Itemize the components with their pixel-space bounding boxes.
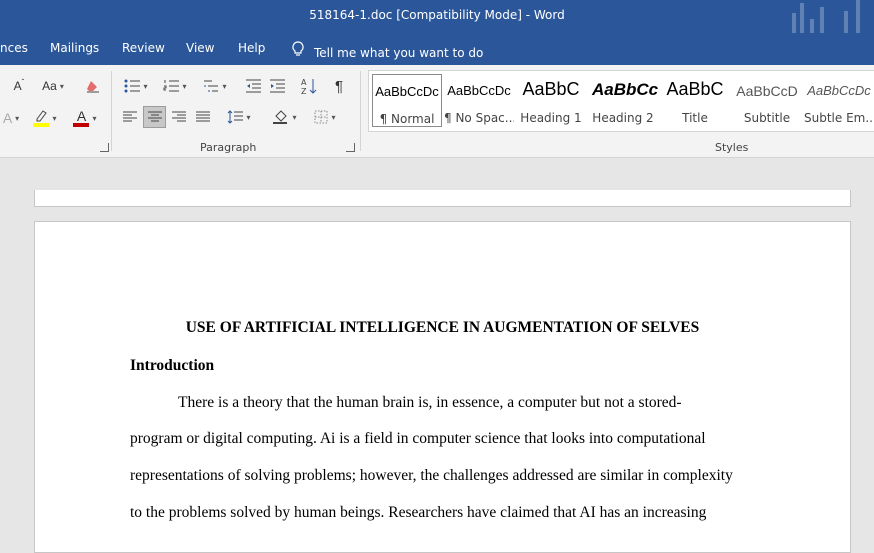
change-case-button[interactable]: Aa ▾ [36, 75, 70, 97]
tab-references[interactable]: nces [0, 41, 28, 55]
style-heading-2[interactable]: AaBbCc Heading 2 [588, 74, 658, 127]
bullets-button[interactable]: ▾ [120, 75, 152, 97]
clear-formatting-button[interactable] [82, 75, 104, 97]
style-name: Heading 2 [592, 111, 654, 125]
style-preview: AaBbCcDc [447, 83, 511, 98]
borders-button[interactable]: ▾ [308, 106, 342, 128]
tab-help[interactable]: Help [238, 41, 265, 55]
show-formatting-marks-button[interactable]: ¶ [328, 75, 350, 97]
align-left-icon [123, 111, 137, 122]
style-title[interactable]: AaBbC Title [660, 74, 730, 127]
decrease-font-size-button[interactable]: Aˇ [10, 75, 28, 97]
line-spacing-icon [228, 110, 244, 124]
style-preview: AaBbCcD [736, 83, 798, 99]
highlighter-icon [33, 109, 50, 127]
style-name: Subtle Em... [804, 111, 874, 125]
text-effects-icon: A [2, 110, 13, 126]
style-name: ¶ Normal [379, 112, 435, 126]
align-right-button[interactable] [168, 106, 190, 128]
tab-review[interactable]: Review [122, 41, 165, 55]
style-preview: AaBbCcDc [375, 84, 439, 99]
styles-group-label: Styles [715, 141, 749, 154]
line-spacing-button[interactable]: ▾ [222, 106, 256, 128]
style-preview: AaBbC [666, 79, 724, 99]
tell-me-label: Tell me what you want to do [314, 46, 484, 60]
section-heading: Introduction [130, 357, 215, 374]
paragraph-line: representations of solving problems; how… [130, 467, 733, 484]
shading-button[interactable]: ▾ [268, 106, 302, 128]
style-name: ¶ No Spac... [444, 111, 514, 125]
styles-gallery: AaBbCcDc ¶ Normal AaBbCcDc ¶ No Spac... … [368, 70, 874, 132]
font-color-icon: A [73, 109, 90, 127]
previous-page-bottom [34, 190, 851, 207]
justify-icon [196, 111, 210, 122]
style-preview: AaBbCcDc [807, 83, 871, 98]
align-right-icon [172, 111, 186, 122]
style-name: Heading 1 [520, 111, 582, 125]
align-center-icon [147, 111, 162, 122]
center-align-button[interactable] [143, 106, 166, 128]
paragraph-line: There is a theory that the human brain i… [178, 394, 682, 411]
tab-view[interactable]: View [186, 41, 214, 55]
tell-me-search[interactable]: Tell me what you want to do [292, 41, 483, 60]
multilevel-list-button[interactable]: ▾ [198, 75, 232, 97]
paragraph-line: to the problems solved by human beings. … [130, 504, 707, 521]
increase-indent-button[interactable] [266, 75, 288, 97]
text-effects-button[interactable]: A ▾ [0, 107, 22, 129]
svg-text:A: A [301, 78, 307, 87]
paint-bucket-icon [273, 110, 288, 124]
group-separator [111, 71, 112, 151]
numbering-icon [163, 80, 180, 92]
style-no-spacing[interactable]: AaBbCcDc ¶ No Spac... [444, 74, 514, 127]
change-case-label: Aa [42, 79, 57, 93]
font-color-button[interactable]: A ▾ [68, 107, 102, 129]
document-title: USE OF ARTIFICIAL INTELLIGENCE IN AUGMEN… [185, 319, 700, 336]
font-dialog-launcher[interactable] [100, 143, 109, 152]
window-title: 518164-1.doc [Compatibility Mode] - Word [309, 8, 565, 22]
pilcrow-icon: ¶ [334, 77, 344, 95]
align-left-button[interactable] [119, 106, 141, 128]
sort-button[interactable]: AZ [298, 75, 320, 97]
clear-formatting-icon [87, 81, 99, 93]
paragraph-group-label: Paragraph [200, 141, 257, 154]
svg-text:Z: Z [301, 87, 307, 95]
decrease-font-icon: A [13, 79, 22, 93]
tab-mailings[interactable]: Mailings [50, 41, 99, 55]
style-preview: AaBbC [522, 79, 580, 99]
ribbon: Aˇ Aa ▾ A ▾ ▾ A ▾ ▾ ▾ ▾ AZ ¶ ▾ ▾ ▾ Parag… [0, 65, 874, 158]
bullets-icon [124, 79, 141, 93]
lightbulb-icon [292, 41, 306, 60]
numbering-button[interactable]: ▾ [158, 75, 192, 97]
decrease-indent-button[interactable] [242, 75, 264, 97]
style-name: Title [682, 111, 708, 125]
titlebar-pattern [784, 0, 874, 33]
multilevel-list-icon [204, 80, 219, 92]
document-page[interactable]: USE OF ARTIFICIAL INTELLIGENCE IN AUGMEN… [34, 221, 851, 553]
style-heading-1[interactable]: AaBbC Heading 1 [516, 74, 586, 127]
title-bar: 518164-1.doc [Compatibility Mode] - Word [0, 0, 874, 33]
ribbon-tab-bar: nces Mailings Review View Help Tell me w… [0, 33, 874, 65]
style-preview: AaBbCc [592, 80, 658, 99]
increase-indent-icon [270, 79, 285, 93]
justify-button[interactable] [192, 106, 214, 128]
paragraph-dialog-launcher[interactable] [346, 143, 355, 152]
highlight-color-button[interactable]: ▾ [28, 107, 62, 129]
paragraph-line: program or digital computing. Ai is a fi… [130, 430, 706, 447]
group-separator [360, 71, 361, 151]
style-subtitle[interactable]: AaBbCcD Subtitle [732, 74, 802, 127]
style-name: Subtitle [743, 111, 791, 125]
decrease-indent-icon [246, 79, 261, 93]
style-normal[interactable]: AaBbCcDc ¶ Normal [372, 74, 442, 127]
style-subtle-emphasis[interactable]: AaBbCcDc Subtle Em... [804, 74, 874, 127]
borders-icon [314, 110, 328, 124]
sort-icon: AZ [301, 78, 317, 95]
